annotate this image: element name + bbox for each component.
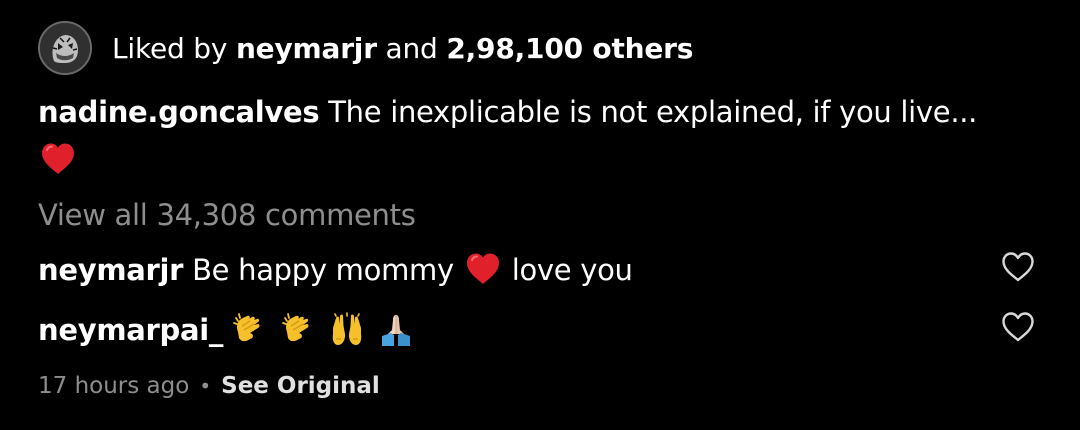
post-meta-row: 17 hours ago • See Original — [38, 366, 380, 406]
meta-separator: • — [199, 374, 212, 398]
caption-text: The inexplicable is not explained, if yo… — [328, 95, 978, 129]
likes-count[interactable]: 2,98,100 others — [446, 32, 693, 65]
heart-outline-icon — [1002, 252, 1034, 282]
view-all-comments-link[interactable]: View all 34,308 comments — [38, 192, 416, 238]
folded-hands-icon — [379, 312, 413, 348]
comment-body-after: love you — [511, 253, 633, 287]
comment-row: neymarjr Be happy mommy love you — [38, 246, 1058, 296]
clapping-hands-icon — [281, 312, 315, 348]
heart-outline-icon — [1002, 312, 1034, 342]
post-timestamp: 17 hours ago — [38, 373, 190, 399]
caption-username[interactable]: nadine.goncalves — [38, 95, 320, 129]
caption: nadine.goncalves The inexplicable is not… — [38, 88, 998, 184]
comment-text: neymarjr Be happy mommy love you — [38, 246, 633, 294]
see-original-link[interactable]: See Original — [221, 373, 380, 399]
liked-by-row[interactable]: Liked by neymarjr and 2,98,100 others — [38, 20, 693, 76]
clapping-hands-icon — [232, 312, 266, 348]
red-heart-icon — [465, 252, 501, 286]
avatar[interactable] — [38, 21, 92, 75]
raising-hands-icon — [330, 312, 364, 348]
liked-by-text: Liked by neymarjr and 2,98,100 others — [112, 32, 693, 65]
comment-username[interactable]: neymarjr — [38, 253, 183, 287]
comment-text: neymarpai_ — [38, 306, 419, 354]
liked-by-connector: and — [376, 31, 447, 65]
liked-by-user[interactable]: neymarjr — [236, 32, 377, 65]
comment-row: neymarpai_ — [38, 306, 1058, 356]
like-comment-button[interactable] — [1000, 310, 1036, 344]
post-comments-section: Liked by neymarjr and 2,98,100 others na… — [0, 0, 1080, 430]
liked-by-prefix: Liked by — [112, 31, 236, 65]
red-heart-icon — [40, 142, 76, 176]
like-comment-button[interactable] — [1000, 250, 1036, 284]
comment-username[interactable]: neymarpai_ — [38, 313, 223, 347]
comment-body-before: Be happy mommy — [192, 253, 454, 287]
